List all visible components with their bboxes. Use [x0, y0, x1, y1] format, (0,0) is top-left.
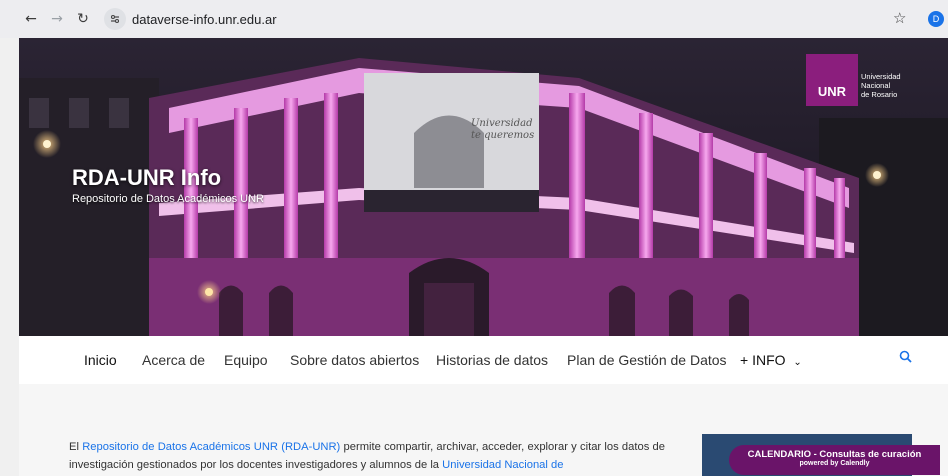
nav-item-historias-de-datos[interactable]: Historias de datos [436, 352, 548, 368]
nav-item-plan-gestion-datos[interactable]: Plan de Gestión de Datos [567, 352, 727, 368]
intro-paragraph: El Repositorio de Datos Académicos UNR (… [69, 438, 665, 474]
reload-icon[interactable]: ↻ [70, 6, 96, 32]
unr-logo-text: Universidad Nacional de Rosario [861, 72, 901, 99]
banner-script-text: Universidad te queremos [471, 118, 535, 141]
search-icon[interactable] [899, 350, 912, 366]
nav-item-inicio[interactable]: Inicio [84, 352, 117, 368]
nav-item-mas-info-label: + INFO [740, 352, 786, 368]
unr-logo[interactable]: UNR [806, 54, 858, 106]
nav-item-equipo[interactable]: Equipo [224, 352, 268, 368]
main-nav: Inicio Acerca de Equipo Sobre datos abie… [19, 336, 948, 384]
forward-icon[interactable]: → [44, 6, 70, 32]
nav-item-acerca-de[interactable]: Acerca de [142, 352, 205, 368]
site-tagline: Repositorio de Datos Académicos UNR [72, 193, 264, 205]
web-page: Universidad te queremos RDA-UNR Info Rep… [19, 38, 948, 476]
browser-toolbar: ← → ↻ dataverse-info.unr.edu.ar ☆ D [0, 0, 948, 38]
university-link[interactable]: Universidad Nacional de [442, 459, 563, 471]
bookmark-star-icon[interactable]: ☆ [893, 9, 906, 27]
nav-item-sobre-datos-abiertos[interactable]: Sobre datos abiertos [290, 352, 419, 368]
hero-banner: Universidad te queremos RDA-UNR Info Rep… [19, 38, 948, 336]
url-text[interactable]: dataverse-info.unr.edu.ar [132, 12, 277, 27]
site-title[interactable]: RDA-UNR Info [72, 165, 221, 191]
profile-avatar[interactable]: D [928, 11, 944, 27]
repository-link[interactable]: Repositorio de Datos Académicos UNR (RDA… [82, 441, 340, 453]
calendly-powered-by: powered by Calendly [799, 460, 870, 467]
back-icon[interactable]: ← [18, 6, 44, 32]
calendly-title: CALENDARIO - Consultas de curación [747, 449, 922, 460]
address-bar[interactable]: dataverse-info.unr.edu.ar [104, 7, 864, 31]
calendly-badge[interactable]: CALENDARIO - Consultas de curación power… [729, 445, 940, 475]
nav-item-mas-info[interactable]: + INFO ⌄ [740, 352, 802, 368]
chevron-down-icon: ⌄ [793, 357, 802, 368]
site-info-icon[interactable] [104, 8, 126, 30]
intro-text: El [69, 441, 83, 453]
